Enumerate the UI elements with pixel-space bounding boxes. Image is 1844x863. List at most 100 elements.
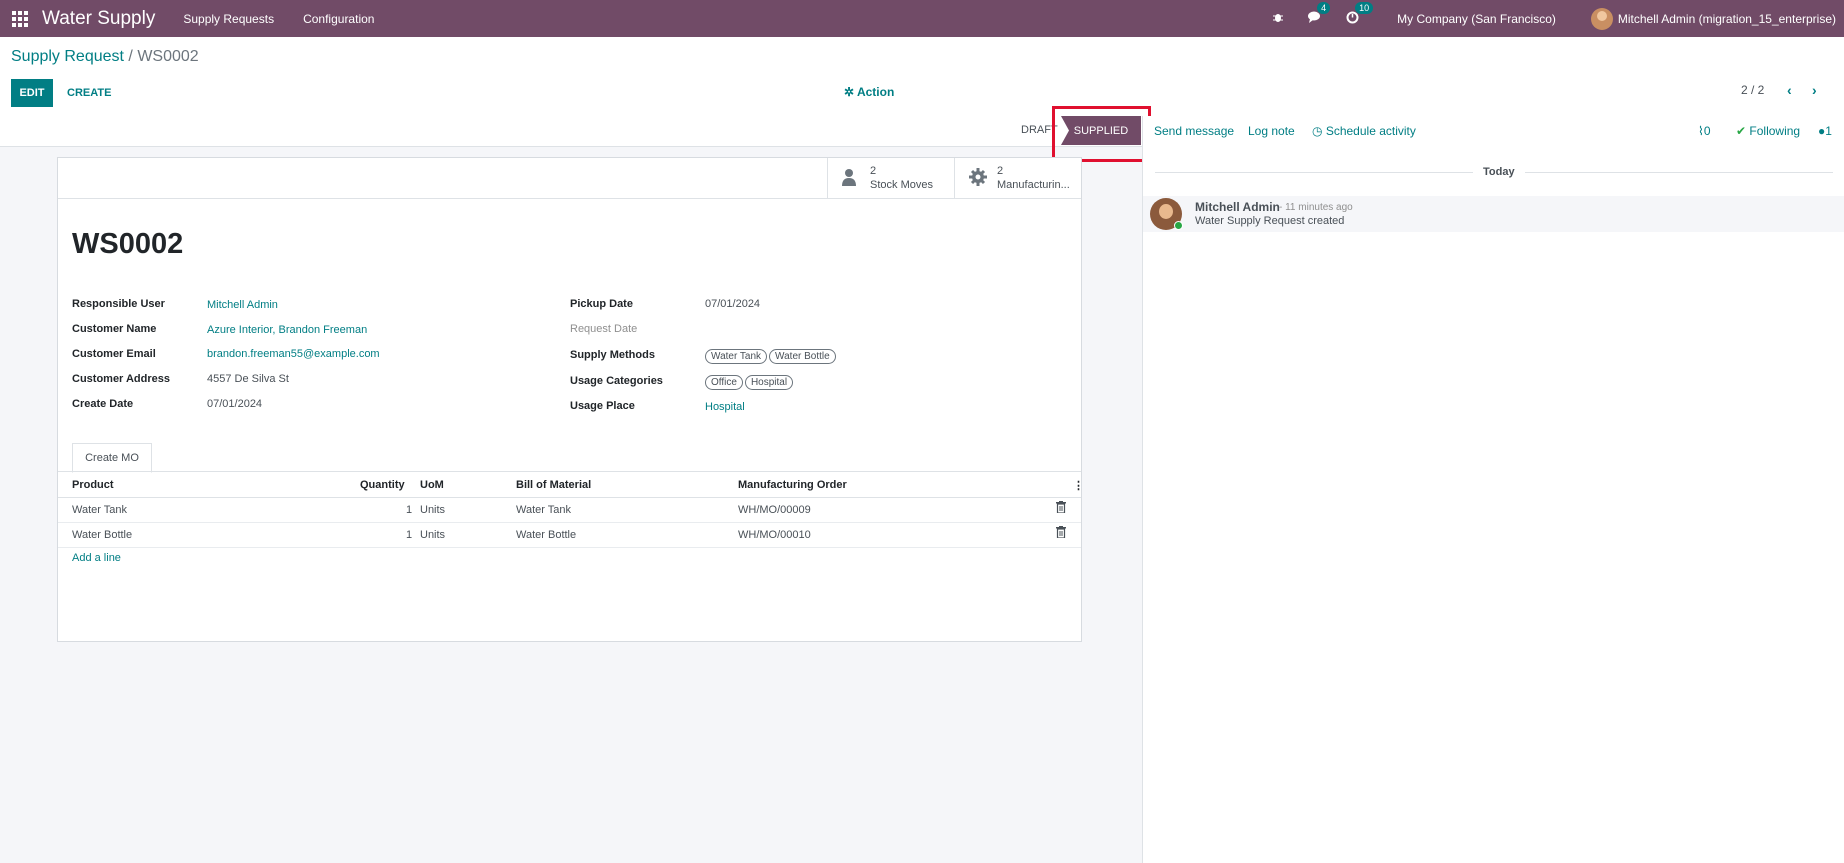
cell-uom: Units bbox=[420, 504, 446, 516]
activities-badge: 10 bbox=[1355, 1, 1374, 14]
pickup-date-value: 07/01/2024 bbox=[705, 298, 761, 310]
customer-email-value[interactable]: brandon.freeman55@example.com bbox=[207, 348, 380, 360]
table-header: Product Quantity UoM Bill of Material Ma… bbox=[58, 472, 1084, 498]
chatter-message: Mitchell Admin - 11 minutes ago Water Su… bbox=[1143, 196, 1844, 232]
menu-configuration[interactable]: Configuration bbox=[303, 12, 374, 26]
table-row[interactable]: Water Bottle 1 Units Water Bottle WH/MO/… bbox=[58, 523, 1081, 548]
user-icon bbox=[842, 168, 856, 191]
edit-button[interactable]: EDIT bbox=[11, 79, 53, 107]
column-options-icon[interactable]: ⋮ bbox=[1073, 479, 1084, 492]
table-row[interactable]: Water Tank 1 Units Water Tank WH/MO/0000… bbox=[58, 498, 1081, 523]
chatter-panel: Send message Log note ◷ Schedule activit… bbox=[1142, 116, 1844, 863]
breadcrumb-current: WS0002 bbox=[137, 48, 199, 65]
customer-email-label: Customer Email bbox=[72, 348, 156, 360]
activities-icon[interactable]: 10 bbox=[1346, 1, 1374, 27]
create-button[interactable]: CREATE bbox=[58, 79, 120, 107]
clock-icon: ◷ bbox=[1312, 124, 1323, 138]
attachments-count: 0 bbox=[1703, 124, 1711, 138]
col-product[interactable]: Product bbox=[72, 479, 114, 491]
date-separator: Today bbox=[1473, 166, 1525, 178]
status-bar: DRAFT SUPPLIED bbox=[0, 116, 1142, 147]
record-name: WS0002 bbox=[72, 228, 184, 260]
attachments-button[interactable]: ⌇0 bbox=[1698, 124, 1711, 138]
cell-bom: Water Tank bbox=[516, 504, 572, 516]
col-mo[interactable]: Manufacturing Order bbox=[738, 479, 847, 491]
messages-icon[interactable]: 4 bbox=[1308, 2, 1331, 26]
menu-supply-requests[interactable]: Supply Requests bbox=[183, 12, 274, 26]
usage-place-label: Usage Place bbox=[570, 400, 635, 412]
chevron-right-icon[interactable]: › bbox=[1812, 82, 1817, 98]
customer-address-label: Customer Address bbox=[72, 373, 171, 385]
stock-moves-label: Stock Moves bbox=[870, 179, 933, 191]
manufacturing-count: 2 bbox=[997, 165, 1004, 177]
cell-quantity: 1 bbox=[406, 504, 413, 516]
followers-button[interactable]: ●1 bbox=[1818, 124, 1832, 138]
create-date-label: Create Date bbox=[72, 398, 134, 410]
form-sheet: 2 Stock Moves 2 Manufacturin... WS0002 R… bbox=[57, 157, 1084, 642]
top-navbar: Water Supply Supply Requests Configurati… bbox=[0, 0, 1844, 37]
supply-methods-tags: Water Tank Water Bottle bbox=[705, 349, 838, 364]
breadcrumb-parent[interactable]: Supply Request bbox=[11, 48, 124, 65]
tag-office: Office bbox=[705, 375, 743, 390]
cell-bom: Water Bottle bbox=[516, 529, 577, 541]
manufacturing-button[interactable]: 2 Manufacturin... bbox=[954, 158, 1082, 198]
pager-value[interactable]: 2 / 2 bbox=[1741, 83, 1764, 97]
action-label: Action bbox=[856, 85, 895, 99]
trash-icon[interactable] bbox=[1056, 501, 1066, 516]
action-menu[interactable]: ✲ Action bbox=[844, 85, 894, 99]
tab-create-mo[interactable]: Create MO bbox=[72, 443, 152, 473]
customer-name-label: Customer Name bbox=[72, 323, 157, 335]
stock-moves-button[interactable]: 2 Stock Moves bbox=[827, 158, 955, 198]
schedule-activity-button[interactable]: ◷ Schedule activity bbox=[1312, 124, 1416, 138]
user-menu[interactable]: Mitchell Admin (migration_15_enterprise) bbox=[1618, 12, 1836, 26]
user-avatar[interactable] bbox=[1590, 7, 1613, 30]
app-title[interactable]: Water Supply bbox=[42, 8, 155, 30]
followers-count: 1 bbox=[1825, 124, 1832, 138]
cell-quantity: 1 bbox=[406, 529, 413, 541]
responsible-user-label: Responsible User bbox=[72, 298, 165, 310]
message-author[interactable]: Mitchell Admin bbox=[1195, 200, 1280, 214]
supply-methods-label: Supply Methods bbox=[570, 349, 655, 361]
tag-hospital: Hospital bbox=[744, 375, 794, 390]
check-icon: ✔ bbox=[1736, 124, 1747, 138]
usage-categories-label: Usage Categories bbox=[570, 375, 663, 387]
responsible-user-value[interactable]: Mitchell Admin bbox=[207, 299, 278, 311]
send-message-button[interactable]: Send message bbox=[1154, 124, 1234, 138]
message-body: Water Supply Request created bbox=[1195, 215, 1345, 227]
cell-product: Water Bottle bbox=[72, 529, 133, 541]
apps-menu-icon[interactable] bbox=[12, 10, 28, 27]
smart-button-box: 2 Stock Moves 2 Manufacturin... bbox=[58, 158, 1081, 199]
add-line-link[interactable]: Add a line bbox=[72, 552, 121, 564]
tag-water-tank: Water Tank bbox=[705, 349, 768, 364]
log-note-button[interactable]: Log note bbox=[1248, 124, 1295, 138]
company-switcher[interactable]: My Company (San Francisco) bbox=[1397, 12, 1556, 26]
following-button[interactable]: ✔ Following bbox=[1736, 124, 1800, 138]
cell-uom: Units bbox=[420, 529, 446, 541]
breadcrumb-separator: / bbox=[123, 48, 138, 65]
online-status-icon bbox=[1174, 221, 1183, 230]
usage-place-value[interactable]: Hospital bbox=[705, 401, 745, 413]
cell-mo: WH/MO/00009 bbox=[738, 504, 811, 516]
bug-icon[interactable] bbox=[1272, 11, 1284, 26]
col-uom[interactable]: UoM bbox=[420, 479, 444, 491]
stock-moves-count: 2 bbox=[870, 165, 877, 177]
chatter-topbar: Send message Log note ◷ Schedule activit… bbox=[1143, 116, 1844, 146]
col-bom[interactable]: Bill of Material bbox=[516, 479, 591, 491]
gear-icon: ✲ bbox=[844, 85, 855, 99]
message-time: - 11 minutes ago bbox=[1279, 202, 1353, 213]
messages-badge: 4 bbox=[1317, 2, 1331, 14]
breadcrumb: Supply Request / WS0002 bbox=[11, 48, 199, 66]
schedule-activity-label: Schedule activity bbox=[1325, 124, 1416, 138]
pickup-date-label: Pickup Date bbox=[570, 298, 633, 310]
following-label: Following bbox=[1749, 124, 1801, 138]
usage-categories-tags: Office Hospital bbox=[705, 375, 795, 390]
manufacturing-label: Manufacturin... bbox=[997, 179, 1070, 191]
create-date-value: 07/01/2024 bbox=[207, 398, 263, 410]
trash-icon[interactable] bbox=[1056, 526, 1066, 541]
customer-address-value: 4557 De Silva St bbox=[207, 373, 289, 385]
cell-product: Water Tank bbox=[72, 504, 128, 516]
request-date-label: Request Date bbox=[570, 323, 638, 335]
col-quantity[interactable]: Quantity bbox=[360, 479, 405, 491]
customer-name-value[interactable]: Azure Interior, Brandon Freeman bbox=[207, 324, 367, 336]
chevron-left-icon[interactable]: ‹ bbox=[1787, 82, 1792, 98]
